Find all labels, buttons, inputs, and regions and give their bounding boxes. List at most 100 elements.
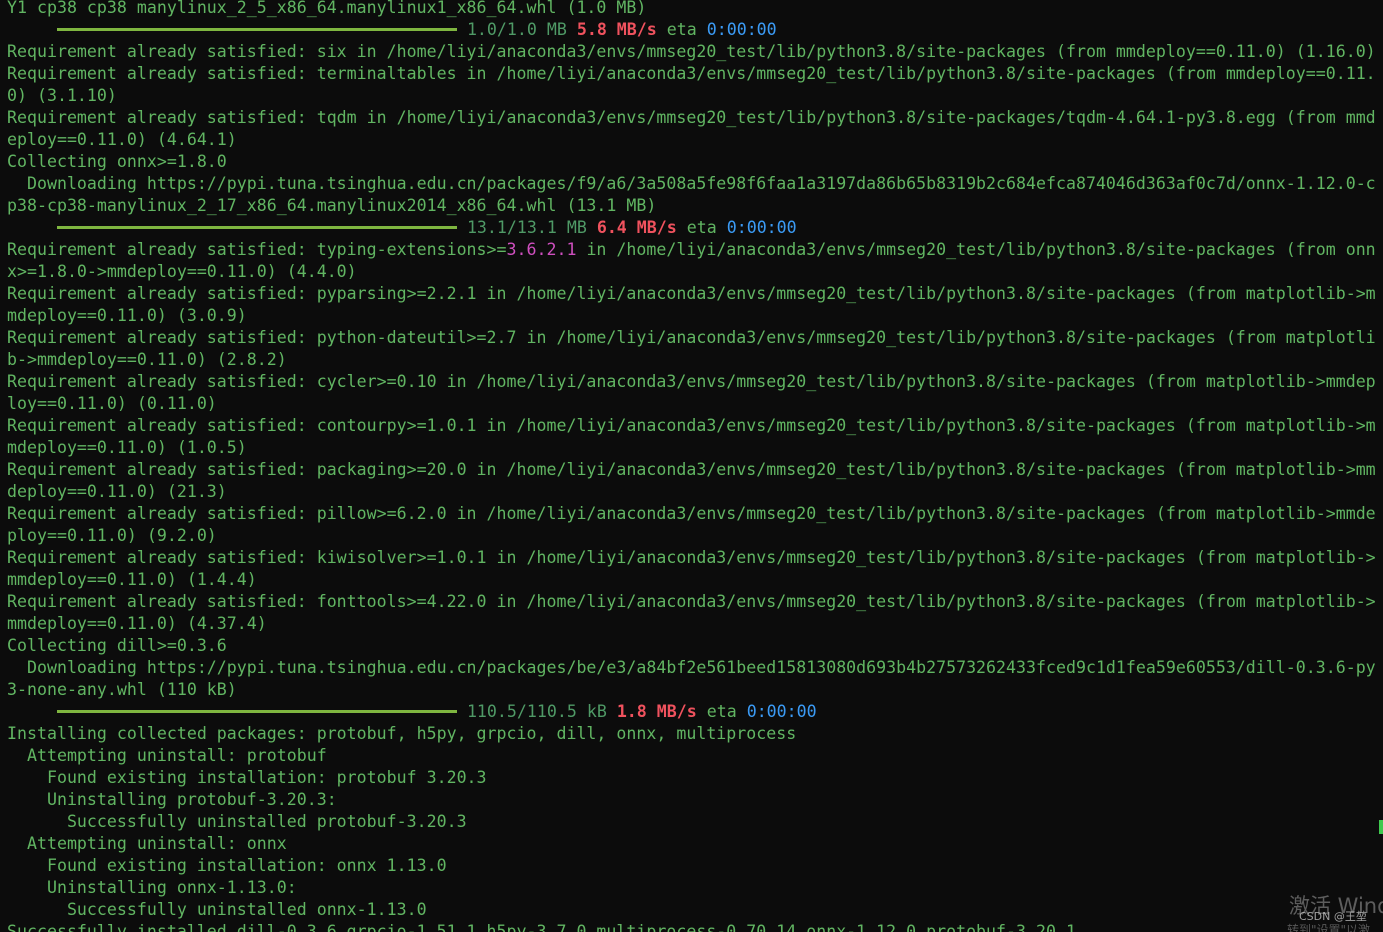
- terminal-text-segment: Uninstalling onnx-1.13.0:: [7, 878, 297, 897]
- terminal-text-segment: Requirement already satisfied: terminalt…: [7, 64, 1376, 83]
- terminal-line: Requirement already satisfied: pillow>=6…: [7, 503, 1383, 525]
- terminal-text-segment: 0:00:00: [706, 20, 777, 39]
- terminal-line: p38-cp38-manylinux_2_17_x86_64.manylinux…: [7, 195, 1383, 217]
- terminal-text-segment: 0) (3.1.10): [7, 86, 117, 105]
- terminal-text-segment: eta: [676, 218, 727, 237]
- terminal-text-segment: Requirement already satisfied: kiwisolve…: [7, 548, 1376, 567]
- terminal-text-segment: Found existing installation: onnx 1.13.0: [7, 856, 447, 875]
- terminal-line: deploy==0.11.0) (21.3): [7, 481, 1383, 503]
- terminal-line: Uninstalling onnx-1.13.0:: [7, 877, 1383, 899]
- download-progress-bar: [56, 709, 457, 713]
- terminal-line: Collecting onnx>=1.8.0: [7, 151, 1383, 173]
- terminal-text-segment: x>=1.8.0->mmdeploy==0.11.0) (4.4.0): [7, 262, 357, 281]
- terminal-line: Installing collected packages: protobuf,…: [7, 723, 1383, 745]
- terminal-text-segment: Requirement already satisfied: typing-ex…: [7, 240, 507, 259]
- terminal-line: Successfully uninstalled protobuf-3.20.3: [7, 811, 1383, 833]
- terminal-line: b->mmdeploy==0.11.0) (2.8.2): [7, 349, 1383, 371]
- terminal-text-segment: Successfully uninstalled onnx-1.13.0: [7, 900, 427, 919]
- terminal-line: 13.1/13.1 MB 6.4 MB/s eta 0:00:00: [7, 217, 1383, 239]
- terminal-text-segment: Requirement already satisfied: fonttools…: [7, 592, 1376, 611]
- download-progress-bar: [56, 225, 457, 229]
- terminal-text-segment: 110.5/110.5 kB: [456, 702, 617, 721]
- terminal-text-segment: Requirement already satisfied: tqdm in /…: [7, 108, 1376, 127]
- terminal-text-segment: Requirement already satisfied: pillow>=6…: [7, 504, 1376, 523]
- terminal-line: x>=1.8.0->mmdeploy==0.11.0) (4.4.0): [7, 261, 1383, 283]
- terminal-line: Attempting uninstall: protobuf: [7, 745, 1383, 767]
- terminal-text-segment: Successfully uninstalled protobuf-3.20.3: [7, 812, 467, 831]
- terminal-text-segment: 1.0/1.0 MB: [456, 20, 577, 39]
- terminal-line: ploy==0.11.0) (9.2.0): [7, 525, 1383, 547]
- terminal-text-segment: 3.6.2.1: [506, 240, 577, 259]
- terminal-text-segment: Successfully installed dill-0.3.6 grpcio…: [7, 922, 1076, 932]
- terminal-text-segment: Requirement already satisfied: packaging…: [7, 460, 1376, 479]
- terminal-text-segment: Requirement already satisfied: python-da…: [7, 328, 1376, 347]
- terminal-line: Requirement already satisfied: tqdm in /…: [7, 107, 1383, 129]
- terminal-text-segment: 1.8 MB/s: [616, 702, 697, 721]
- terminal-line: Requirement already satisfied: python-da…: [7, 327, 1383, 349]
- terminal-text-segment: Collecting dill>=0.3.6: [7, 636, 227, 655]
- terminal-line: 3-none-any.whl (110 kB): [7, 679, 1383, 701]
- terminal-window[interactable]: Y1 cp38 cp38 manylinux_2_5_x86_64.manyli…: [0, 0, 1383, 932]
- terminal-line: Requirement already satisfied: six in /h…: [7, 41, 1383, 63]
- terminal-line: Requirement already satisfied: cycler>=0…: [7, 371, 1383, 393]
- terminal-text-segment: Attempting uninstall: onnx: [7, 834, 287, 853]
- terminal-text-segment: p38-cp38-manylinux_2_17_x86_64.manylinux…: [7, 196, 657, 215]
- terminal-text-segment: Requirement already satisfied: contourpy…: [7, 416, 1376, 435]
- terminal-line: Uninstalling protobuf-3.20.3:: [7, 789, 1383, 811]
- terminal-text-segment: eploy==0.11.0) (4.64.1): [7, 130, 237, 149]
- terminal-text-segment: loy==0.11.0) (0.11.0): [7, 394, 217, 413]
- terminal-line: Attempting uninstall: onnx: [7, 833, 1383, 855]
- download-progress-bar: [56, 27, 457, 31]
- terminal-text-segment: mdeploy==0.11.0) (3.0.9): [7, 306, 247, 325]
- terminal-line: Requirement already satisfied: contourpy…: [7, 415, 1383, 437]
- terminal-line: Requirement already satisfied: fonttools…: [7, 591, 1383, 613]
- terminal-line: mmdeploy==0.11.0) (4.37.4): [7, 613, 1383, 635]
- terminal-text-segment: 13.1/13.1 MB: [456, 218, 597, 237]
- terminal-line: Requirement already satisfied: terminalt…: [7, 63, 1383, 85]
- terminal-text-segment: Uninstalling protobuf-3.20.3:: [7, 790, 337, 809]
- terminal-text-segment: Requirement already satisfied: cycler>=0…: [7, 372, 1376, 391]
- terminal-text-segment: Attempting uninstall: protobuf: [7, 746, 327, 765]
- terminal-line: loy==0.11.0) (0.11.0): [7, 393, 1383, 415]
- terminal-line: 1.0/1.0 MB 5.8 MB/s eta 0:00:00: [7, 19, 1383, 41]
- terminal-line: 0) (3.1.10): [7, 85, 1383, 107]
- terminal-text-segment: 0:00:00: [726, 218, 797, 237]
- terminal-text-segment: mmdeploy==0.11.0) (4.37.4): [7, 614, 267, 633]
- terminal-text-segment: mmdeploy==0.11.0) (1.4.4): [7, 570, 257, 589]
- terminal-text-segment: eta: [696, 702, 747, 721]
- terminal-line: Found existing installation: protobuf 3.…: [7, 767, 1383, 789]
- terminal-line: Successfully installed dill-0.3.6 grpcio…: [7, 921, 1383, 932]
- terminal-text-segment: b->mmdeploy==0.11.0) (2.8.2): [7, 350, 287, 369]
- terminal-text-segment: 5.8 MB/s: [576, 20, 657, 39]
- terminal-text-segment: in /home/liyi/anaconda3/envs/mmseg20_tes…: [576, 240, 1376, 259]
- terminal-text-segment: Downloading https://pypi.tuna.tsinghua.e…: [7, 658, 1376, 677]
- terminal-text-segment: ploy==0.11.0) (9.2.0): [7, 526, 217, 545]
- terminal-line: Collecting dill>=0.3.6: [7, 635, 1383, 657]
- terminal-text-segment: 0:00:00: [746, 702, 817, 721]
- terminal-line: mdeploy==0.11.0) (1.0.5): [7, 437, 1383, 459]
- terminal-text-segment: Collecting onnx>=1.8.0: [7, 152, 227, 171]
- terminal-line: eploy==0.11.0) (4.64.1): [7, 129, 1383, 151]
- terminal-text-segment: Requirement already satisfied: six in /h…: [7, 42, 1376, 61]
- terminal-line: Requirement already satisfied: pyparsing…: [7, 283, 1383, 305]
- terminal-line: Downloading https://pypi.tuna.tsinghua.e…: [7, 657, 1383, 679]
- terminal-text-segment: Y1 cp38 cp38 manylinux_2_5_x86_64.manyli…: [7, 0, 647, 17]
- terminal-text-segment: Installing collected packages: protobuf,…: [7, 724, 797, 743]
- terminal-line: 110.5/110.5 kB 1.8 MB/s eta 0:00:00: [7, 701, 1383, 723]
- terminal-line: Requirement already satisfied: kiwisolve…: [7, 547, 1383, 569]
- terminal-text-segment: 6.4 MB/s: [596, 218, 677, 237]
- terminal-line: mmdeploy==0.11.0) (1.4.4): [7, 569, 1383, 591]
- terminal-text-segment: Requirement already satisfied: pyparsing…: [7, 284, 1376, 303]
- terminal-text-segment: 3-none-any.whl (110 kB): [7, 680, 237, 699]
- scrollbar-marker[interactable]: [1379, 820, 1383, 834]
- terminal-line: mdeploy==0.11.0) (3.0.9): [7, 305, 1383, 327]
- terminal-text-segment: mdeploy==0.11.0) (1.0.5): [7, 438, 247, 457]
- terminal-line: Requirement already satisfied: packaging…: [7, 459, 1383, 481]
- terminal-text-segment: eta: [656, 20, 707, 39]
- terminal-text-segment: deploy==0.11.0) (21.3): [7, 482, 227, 501]
- terminal-line: Successfully uninstalled onnx-1.13.0: [7, 899, 1383, 921]
- terminal-output: Y1 cp38 cp38 manylinux_2_5_x86_64.manyli…: [7, 0, 1383, 932]
